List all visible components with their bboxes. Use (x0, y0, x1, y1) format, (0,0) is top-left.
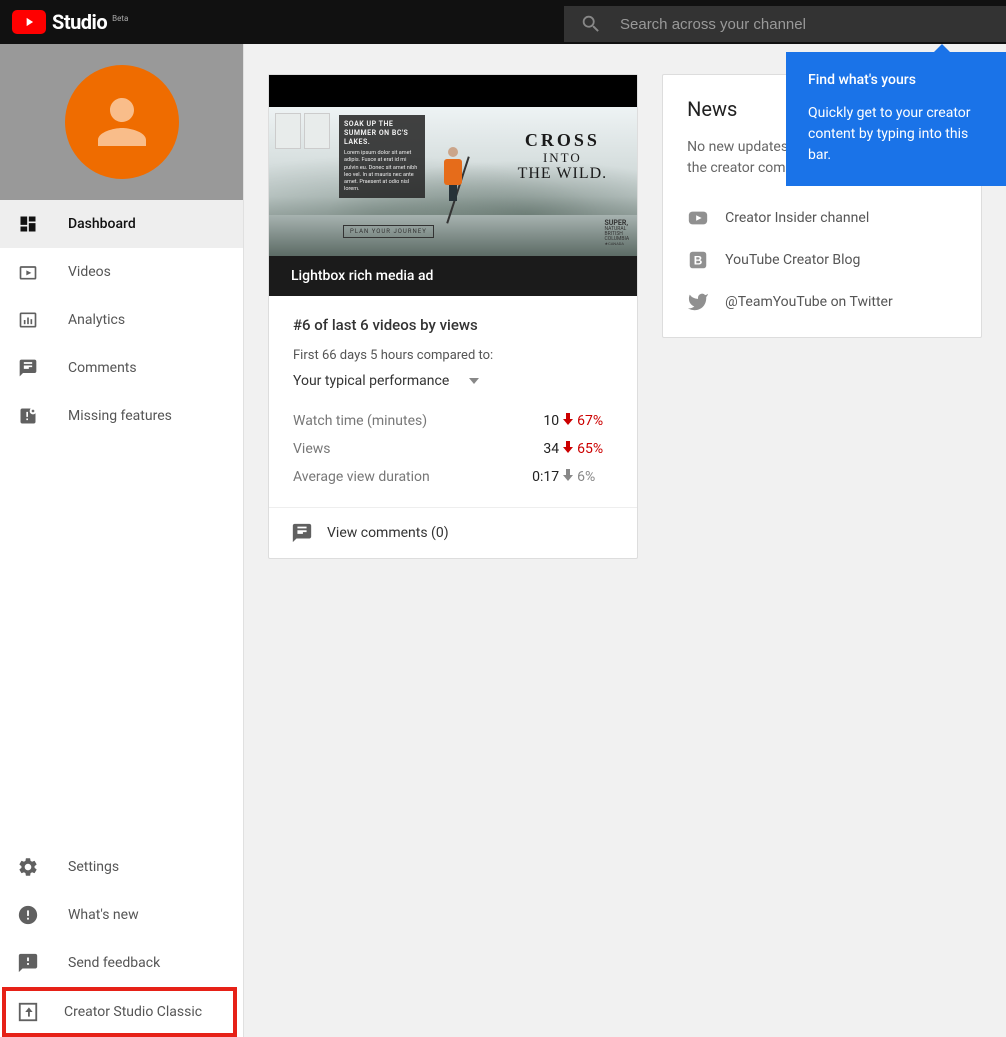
thumb-word: CROSS (518, 131, 608, 151)
metric-label: Views (293, 441, 519, 457)
metric-avg-duration: Average view duration 0:17 6% (293, 463, 613, 491)
news-link-creator-insider[interactable]: Creator Insider channel (687, 197, 957, 239)
twitter-icon (687, 291, 709, 313)
comments-link-label: View comments (0) (327, 525, 449, 541)
sidebar-item-settings[interactable]: Settings (0, 843, 243, 891)
metric-label: Average view duration (293, 469, 519, 485)
arrow-down-icon (559, 469, 577, 485)
video-rank: #6 of last 6 videos by views (293, 316, 613, 334)
sidebar-item-comments[interactable]: Comments (0, 344, 243, 392)
chevron-down-icon (469, 378, 479, 384)
missing-features-icon (16, 404, 40, 428)
metric-percent: 67% (577, 413, 613, 429)
search-icon (580, 13, 602, 35)
video-snapshot-card: SOAK UP THE SUMMER ON BC'S LAKES. Lorem … (268, 74, 638, 559)
metric-value: 0:17 (519, 469, 559, 485)
video-title: Lightbox rich media ad (269, 256, 637, 296)
sidebar-bottom: Settings What's new Send feedback Creato… (0, 843, 243, 1037)
search-input[interactable] (620, 16, 990, 33)
metric-watch-time: Watch time (minutes) 10 67% (293, 407, 613, 435)
main-content: SOAK UP THE SUMMER ON BC'S LAKES. Lorem … (244, 44, 1006, 1037)
avatar[interactable] (65, 65, 179, 179)
sidebar-item-label: Analytics (68, 312, 125, 328)
compare-label: First 66 days 5 hours compared to: (293, 348, 613, 363)
video-thumbnail[interactable]: SOAK UP THE SUMMER ON BC'S LAKES. Lorem … (269, 75, 637, 256)
dropdown-label: Your typical performance (293, 373, 449, 389)
sidebar-item-label: Dashboard (68, 216, 136, 232)
sidebar-item-videos[interactable]: Videos (0, 248, 243, 296)
sidebar-item-label: Settings (68, 859, 119, 875)
comments-icon (16, 356, 40, 380)
youtube-icon (687, 207, 709, 229)
thumb-word: THE WILD. (518, 165, 608, 183)
app-header: Studio Beta (0, 0, 1006, 44)
sidebar-item-creator-studio-classic[interactable]: Creator Studio Classic (6, 991, 233, 1033)
sidebar-item-whats-new[interactable]: What's new (0, 891, 243, 939)
gear-icon (16, 855, 40, 879)
tooltip-body: Quickly get to your creator content by t… (808, 103, 984, 166)
studio-logo[interactable]: Studio Beta (12, 10, 128, 34)
search-tooltip: Find what's yours Quickly get to your cr… (786, 52, 1006, 186)
sidebar-nav: Dashboard Videos Analytics Comments Miss… (0, 200, 243, 843)
metric-views: Views 34 65% (293, 435, 613, 463)
metric-percent: 6% (577, 469, 613, 485)
performance-dropdown[interactable]: Your typical performance (293, 373, 613, 389)
announcement-icon (16, 903, 40, 927)
sidebar-item-analytics[interactable]: Analytics (0, 296, 243, 344)
svg-text:B: B (694, 254, 703, 268)
analytics-icon (16, 308, 40, 332)
videos-icon (16, 260, 40, 284)
metric-percent: 65% (577, 441, 613, 457)
blogger-icon: B (687, 249, 709, 271)
sidebar-item-label: Missing features (68, 408, 172, 424)
sidebar-avatar-area (0, 44, 243, 200)
classic-highlight-box: Creator Studio Classic (2, 987, 237, 1037)
youtube-play-icon (12, 10, 46, 34)
thumb-cta: PLAN YOUR JOURNEY (343, 225, 434, 238)
view-comments-link[interactable]: View comments (0) (269, 508, 637, 558)
logo-text: Studio (52, 10, 107, 34)
sidebar-item-label: Creator Studio Classic (64, 1004, 202, 1020)
sidebar-item-send-feedback[interactable]: Send feedback (0, 939, 243, 987)
arrow-down-icon (559, 413, 577, 429)
sidebar-item-label: Videos (68, 264, 111, 280)
news-link-twitter[interactable]: @TeamYouTube on Twitter (687, 281, 957, 323)
tooltip-title: Find what's yours (808, 70, 984, 91)
dashboard-icon (16, 212, 40, 236)
sidebar-item-label: Comments (68, 360, 137, 376)
search-box[interactable] (564, 6, 1006, 42)
thumb-word: INTO (518, 151, 608, 165)
news-link-label: @TeamYouTube on Twitter (725, 294, 893, 310)
sidebar-item-dashboard[interactable]: Dashboard (0, 200, 243, 248)
exit-icon (16, 1000, 40, 1024)
thumb-overlay-title: SOAK UP THE SUMMER ON BC'S LAKES. (344, 120, 420, 147)
sidebar: Dashboard Videos Analytics Comments Miss… (0, 44, 244, 1037)
comments-icon (291, 522, 313, 544)
sidebar-item-label: Send feedback (68, 955, 160, 971)
news-link-label: Creator Insider channel (725, 210, 869, 226)
news-link-creator-blog[interactable]: B YouTube Creator Blog (687, 239, 957, 281)
metric-value: 10 (519, 413, 559, 429)
arrow-down-icon (559, 441, 577, 457)
news-link-label: YouTube Creator Blog (725, 252, 860, 268)
beta-badge: Beta (112, 14, 128, 23)
metric-label: Watch time (minutes) (293, 413, 519, 429)
metric-value: 34 (519, 441, 559, 457)
sidebar-item-label: What's new (68, 907, 139, 923)
feedback-icon (16, 951, 40, 975)
sidebar-item-missing-features[interactable]: Missing features (0, 392, 243, 440)
